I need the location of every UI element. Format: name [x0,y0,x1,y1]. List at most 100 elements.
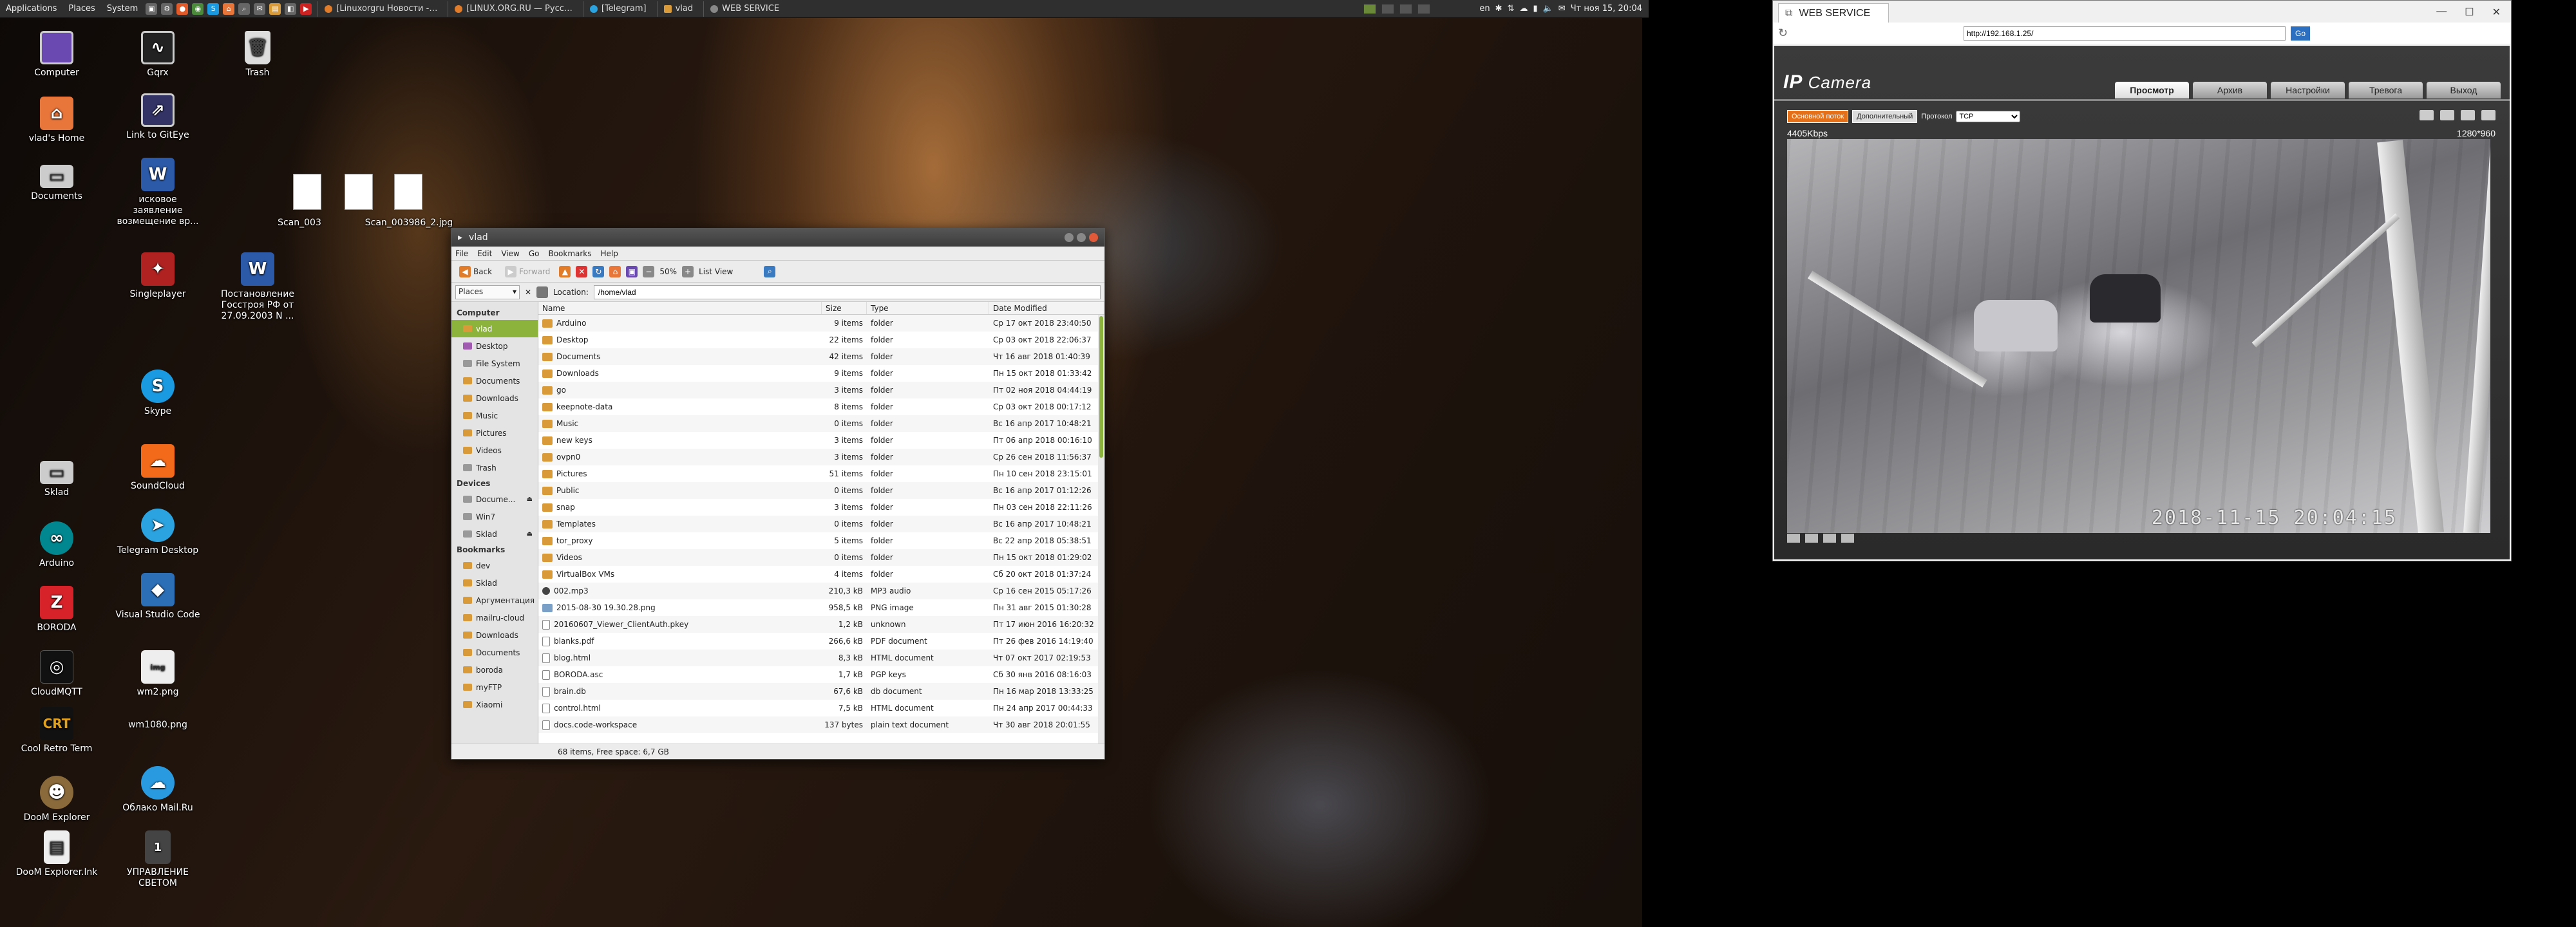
terminal-icon[interactable]: ▣ [146,3,158,15]
bookmark-argumentation[interactable]: Аргументация [451,592,538,609]
location-input[interactable] [593,285,1101,299]
table-row[interactable]: control.html 7,5 kB HTML document Пн 24 апр… [538,700,1104,716]
table-row[interactable]: 002.mp3 210,3 kB MP3 audio Ср 16 сен 2015 0… [538,583,1104,599]
workspace-4[interactable] [1417,3,1431,14]
menu-file[interactable]: File [455,249,468,258]
table-row[interactable]: go 3 items folder Пт 02 ноя 2018 04:44:19 [538,382,1104,398]
reload-icon[interactable]: ↻ [592,265,605,277]
table-row[interactable]: Pictures 51 items folder Пн 10 сен 2018 23:… [538,465,1104,482]
table-row[interactable]: Public 0 items folder Вс 16 апр 2017 01:12:… [538,482,1104,499]
keyboard-layout[interactable]: en [1479,4,1490,14]
desktop-icon-wm2[interactable]: img wm2.png [113,650,203,698]
bookmark-documents[interactable]: Documents [451,644,538,661]
close-button[interactable]: ✕ [2492,6,2501,19]
desktop-icon-giteye[interactable]: ⇗ Link to GitEye [113,93,203,141]
desktop-icon-telegram[interactable]: ➤ Telegram Desktop [113,509,203,556]
chrome-icon[interactable]: ◉ [192,3,204,15]
table-row[interactable]: Arduino 9 items folder Ср 17 окт 2018 23:40… [538,315,1104,332]
minimize-button[interactable]: — [2436,6,2447,19]
battery-icon[interactable]: ▮ [1533,4,1537,14]
mail-tray-icon[interactable]: ✉ [1558,4,1566,14]
sub-stream-button[interactable]: Дополнительный [1852,110,1918,123]
tab-settings[interactable]: Настройки [2271,82,2345,98]
desktop-icon-arduino[interactable]: ∞ Arduino [12,521,102,569]
maximize-button[interactable] [1077,233,1086,242]
record-icon[interactable] [2461,110,2475,120]
forward-button[interactable]: ▶ Forward [501,265,554,279]
task-linuxorg-news[interactable]: [Linuxorgru Новости -… [317,1,444,17]
table-row[interactable]: new keys 3 items folder Пт 06 апр 2018 00:1… [538,432,1104,449]
table-row[interactable]: Desktop 22 items folder Ср 03 окт 2018 22:0… [538,332,1104,348]
sidebar-item-downloads[interactable]: Downloads [451,389,538,407]
video-camera-icon[interactable] [2481,110,2496,120]
sidebar-item-documents[interactable]: Documents [451,372,538,389]
protocol-select[interactable]: TCP [1956,111,2021,122]
desktop-icon-claim-doc[interactable]: Wисковое заявление возмещение вр... [113,158,203,227]
eject-icon[interactable]: ⏏ [527,496,533,503]
clock[interactable]: Чт ноя 15, 20:04 [1571,4,1642,14]
search-icon[interactable]: ⌕ [764,265,776,277]
snapshot-icon[interactable] [2440,110,2454,120]
table-row[interactable]: BORODA.asc 1,7 kB PGP keys Сб 30 янв 2016 0… [538,666,1104,683]
desktop-icon-mailru-cloud[interactable]: ☁ Облако Mail.Ru [113,766,203,814]
workspace-2[interactable] [1381,3,1395,14]
stop-icon[interactable]: ✕ [576,265,588,277]
menu-system[interactable]: System [101,4,144,14]
table-row[interactable]: 2015-08-30 19.30.28.png 958,5 kB PNG image… [538,599,1104,616]
bookmark-downloads[interactable]: Downloads [451,626,538,644]
tab-view[interactable]: Просмотр [2115,82,2189,98]
bluetooth-icon[interactable]: ✱ [1495,4,1502,14]
close-sidebar-icon[interactable]: ✕ [525,288,531,297]
search-icon[interactable]: ⌕ [238,3,251,15]
play-icon[interactable] [1787,534,1800,543]
menu-help[interactable]: Help [601,249,618,258]
table-row[interactable]: Templates 0 items folder Вс 16 апр 2017 10:… [538,516,1104,532]
zoom-in-icon[interactable]: + [682,265,694,277]
edit-location-icon[interactable] [536,286,549,298]
bookmark-boroda[interactable]: boroda [451,661,538,679]
table-row[interactable]: 20160607_Viewer_ClientAuth.pkey 1,2 kB unk… [538,616,1104,633]
menu-view[interactable]: View [501,249,519,258]
task-linuxorg[interactable]: [LINUX.ORG.RU — Русс… [448,1,579,17]
table-row[interactable]: tor_proxy 5 items folder Вс 22 апр 2018 05:… [538,532,1104,549]
back-button[interactable]: ◀ Back [455,265,496,279]
desktop-icon-home[interactable]: ⌂ vlad's Home [12,97,102,144]
gear-icon[interactable]: ⚙ [161,3,173,15]
home-icon[interactable]: ⌂ [609,265,621,277]
desktop-icon-sklad[interactable]: ▭ Sklad [12,451,102,498]
network-icon[interactable]: ⇅ [1508,4,1515,14]
eject-icon[interactable]: ⏏ [527,530,533,538]
task-vlad[interactable]: vlad [656,1,700,17]
table-row[interactable]: docs.code-workspace 137 bytes plain text d… [538,716,1104,733]
sidebar-item-pictures[interactable]: Pictures [451,424,538,442]
url-input[interactable] [1964,26,2286,41]
sidebar-item-music[interactable]: Music [451,407,538,424]
scrollbar-thumb[interactable] [1099,316,1103,458]
desktop-icon-documents[interactable]: ▭ Documents [12,154,102,202]
maximize-button[interactable]: ☐ [2465,6,2474,19]
sidebar-item-vlad[interactable]: vlad [451,320,538,337]
up-arrow-icon[interactable]: ▲ [559,265,571,277]
desktop-icon-wm1080[interactable]: wm1080.png [113,720,203,731]
refresh-icon[interactable]: ↻ [1778,26,1958,40]
desktop-icon-soundcloud[interactable]: ☁ SoundCloud [113,444,203,492]
table-row[interactable]: Videos 0 items folder Пн 15 окт 2018 01:29:… [538,549,1104,566]
camera-video-feed[interactable]: 2018-11-15 20:04:15 [1787,139,2490,533]
sidebar-item-videos[interactable]: Videos [451,442,538,459]
ptz-icon[interactable] [2420,110,2434,120]
desktop-icon-cloudmqtt[interactable]: ◎ CloudMQTT [12,650,102,698]
desktop-icon-doom-lnk[interactable]: ▤ DooM Explorer.lnk [12,830,102,878]
file-manager-titlebar[interactable]: ▸ vlad [451,229,1104,247]
bookmark-sklad[interactable]: Sklad [451,574,538,592]
fullscreen-icon[interactable] [1823,534,1836,543]
column-type[interactable]: Type [867,302,989,314]
sidebar-item-desktop[interactable]: Desktop [451,337,538,355]
desktop-icon-doom-explorer[interactable]: ☻ DooM Explorer [12,776,102,823]
web-service-titlebar[interactable]: ⧉ WEB SERVICE — ☐ ✕ [1773,1,2511,23]
desktop-icon-scan-2[interactable]: Scan_003986_2.jpg [364,218,454,229]
table-row[interactable]: brain.db 67,6 kB db document Пн 16 мар 2018… [538,683,1104,700]
desktop-icon-gqrx[interactable]: ∿ Gqrx [113,31,203,79]
main-stream-button[interactable]: Основной поток [1787,110,1849,123]
scan-thumbnail-3[interactable] [394,174,422,210]
column-name[interactable]: Name [538,302,822,314]
